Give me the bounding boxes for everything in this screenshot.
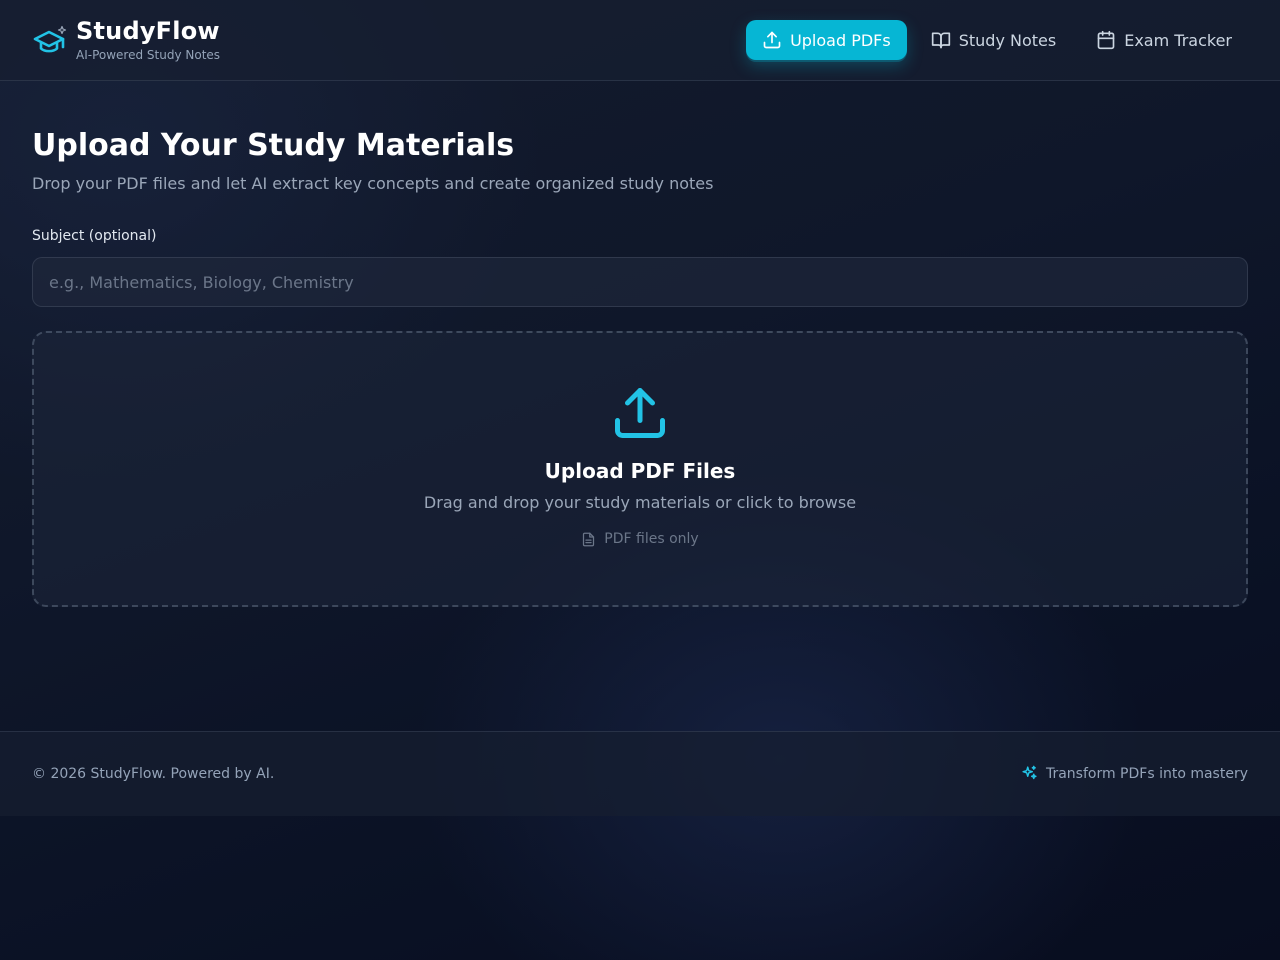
subject-input[interactable] [32, 257, 1248, 307]
dropzone-title: Upload PDF Files [544, 459, 736, 483]
page-description: Drop your PDF files and let AI extract k… [32, 174, 714, 193]
page-title: Upload Your Study Materials [32, 128, 515, 163]
pdf-dropzone[interactable]: Upload PDF Files Drag and drop your stud… [32, 331, 1248, 607]
graduation-cap-icon [33, 25, 67, 52]
footer-copyright: © 2026 StudyFlow. Powered by AI. [32, 766, 275, 782]
nav-label: Study Notes [958, 30, 1057, 50]
app-footer: © 2026 StudyFlow. Powered by AI. Transfo… [0, 731, 1280, 816]
main-nav: Upload PDFs Study Notes Exam Tracker [738, 20, 1248, 60]
brand-title: StudyFlow [76, 17, 220, 45]
file-text-icon [583, 532, 595, 546]
dropzone-note-text: PDF files only [604, 531, 699, 547]
brand[interactable]: StudyFlow AI-Powered Study Notes [32, 18, 220, 63]
app-header: StudyFlow AI-Powered Study Notes Upload … [0, 0, 1280, 81]
dropzone-subtitle: Drag and drop your study materials or cl… [423, 493, 857, 512]
calendar-icon [1097, 30, 1115, 50]
sparkles-icon [1022, 765, 1037, 780]
upload-icon [615, 388, 665, 438]
brand-subtitle: AI-Powered Study Notes [76, 48, 221, 62]
nav-study-notes[interactable]: Study Notes [915, 20, 1073, 60]
main-content: Upload Your Study Materials Drop your PD… [32, 128, 1248, 607]
nav-label: Upload PDFs [790, 30, 891, 50]
footer-tagline: Transform PDFs into mastery [1021, 765, 1248, 782]
footer-tagline-text: Transform PDFs into mastery [1045, 765, 1248, 782]
book-open-icon [931, 32, 950, 49]
nav-label: Exam Tracker [1124, 30, 1232, 50]
upload-icon [763, 31, 781, 49]
subject-label: Subject (optional) [32, 228, 157, 244]
nav-exam-tracker[interactable]: Exam Tracker [1080, 20, 1248, 60]
dropzone-note: PDF files only [581, 531, 699, 547]
nav-upload-pdfs[interactable]: Upload PDFs [746, 20, 907, 60]
